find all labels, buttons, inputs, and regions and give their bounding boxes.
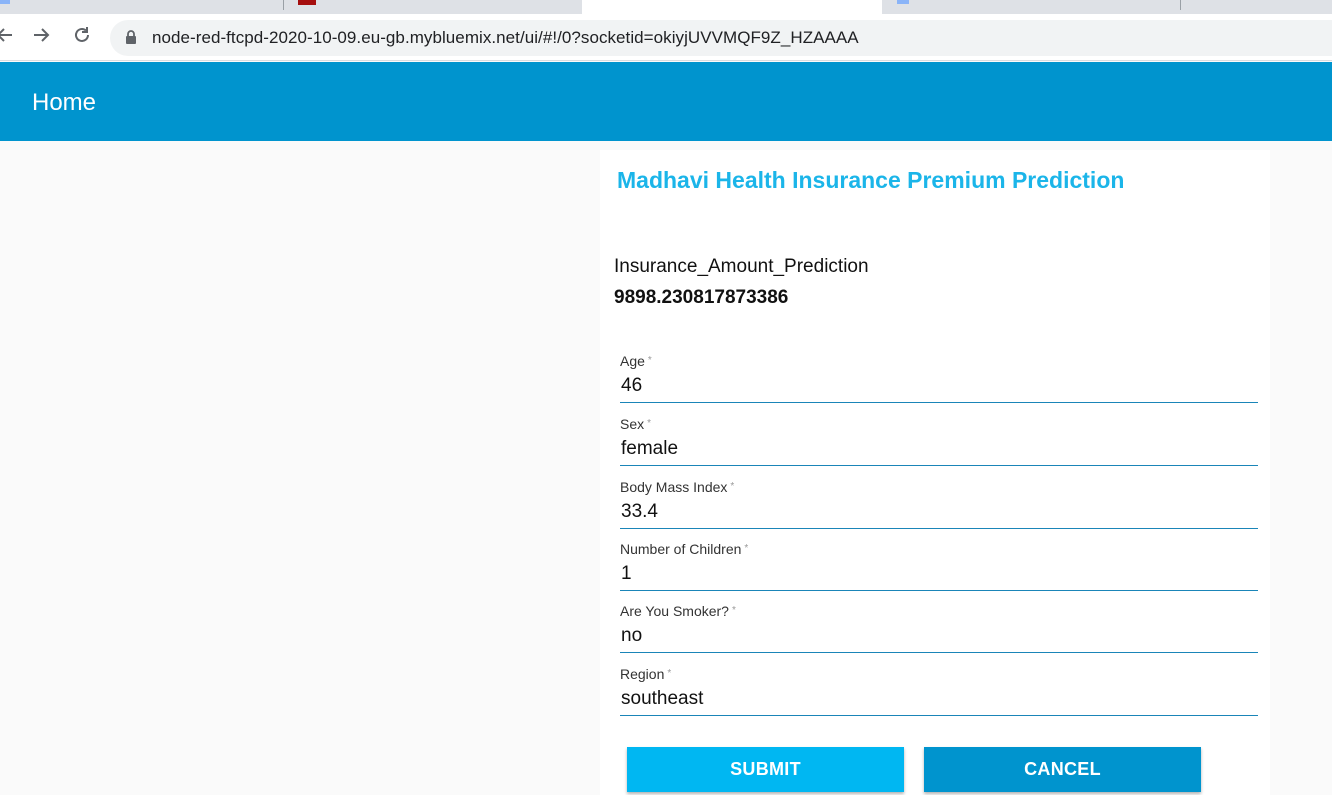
bmi-input[interactable]: 33.4 <box>621 500 658 524</box>
children-field[interactable]: Number of Children * 1 <box>620 540 1258 596</box>
required-marker: * <box>744 543 749 554</box>
sex-input[interactable]: female <box>621 437 678 461</box>
field-label: Are You Smoker? * <box>620 603 736 619</box>
smoker-field[interactable]: Are You Smoker? * no <box>620 602 1258 658</box>
field-label: Number of Children * <box>620 541 749 557</box>
field-underline <box>620 715 1258 716</box>
browser-tab-active[interactable] <box>582 0 882 14</box>
tab-favicon-icon <box>298 0 316 5</box>
required-marker: * <box>667 668 672 679</box>
tab-favicon-icon <box>897 0 909 4</box>
sex-field[interactable]: Sex * female <box>620 415 1258 471</box>
app-header <box>0 62 1332 141</box>
card-title: Madhavi Health Insurance Premium Predict… <box>617 167 1125 193</box>
field-underline <box>620 402 1258 403</box>
region-field[interactable]: Region * southeast <box>620 665 1258 721</box>
smoker-input[interactable]: no <box>621 624 642 648</box>
field-underline <box>620 528 1258 529</box>
field-underline <box>620 590 1258 591</box>
children-input[interactable]: 1 <box>621 562 632 586</box>
tab-separator <box>283 0 284 10</box>
cancel-button[interactable]: CANCEL <box>924 747 1201 792</box>
prediction-label: Insurance_Amount_Prediction <box>614 256 869 277</box>
field-underline <box>620 652 1258 653</box>
field-underline <box>620 465 1258 466</box>
tab-favicon-icon <box>0 0 10 4</box>
arrow-right-icon <box>34 28 50 42</box>
required-marker: * <box>731 605 736 616</box>
page-title: Home <box>32 89 97 116</box>
tab-strip <box>0 0 1332 14</box>
forward-button[interactable] <box>30 24 52 46</box>
age-input[interactable]: 46 <box>621 374 642 398</box>
field-label: Age * <box>620 353 652 369</box>
bmi-field[interactable]: Body Mass Index * 33.4 <box>620 478 1258 534</box>
arrow-left-icon <box>0 28 12 42</box>
reload-icon <box>75 27 89 42</box>
required-marker: * <box>730 481 735 492</box>
reload-button[interactable] <box>71 24 93 46</box>
region-input[interactable]: southeast <box>621 687 703 711</box>
back-button[interactable] <box>0 24 16 46</box>
age-field[interactable]: Age * 46 <box>620 352 1258 408</box>
field-label: Body Mass Index * <box>620 479 735 495</box>
required-marker: * <box>647 418 652 429</box>
prediction-value: 9898.230817873386 <box>614 287 789 308</box>
field-label: Region * <box>620 666 672 682</box>
submit-button[interactable]: SUBMIT <box>627 747 904 792</box>
address-url[interactable]: node-red-ftcpd-2020-10-09.eu-gb.mybluemi… <box>152 27 859 49</box>
lock-icon <box>126 30 136 44</box>
field-label: Sex * <box>620 416 652 432</box>
required-marker: * <box>647 355 652 366</box>
tab-separator <box>1180 0 1181 10</box>
